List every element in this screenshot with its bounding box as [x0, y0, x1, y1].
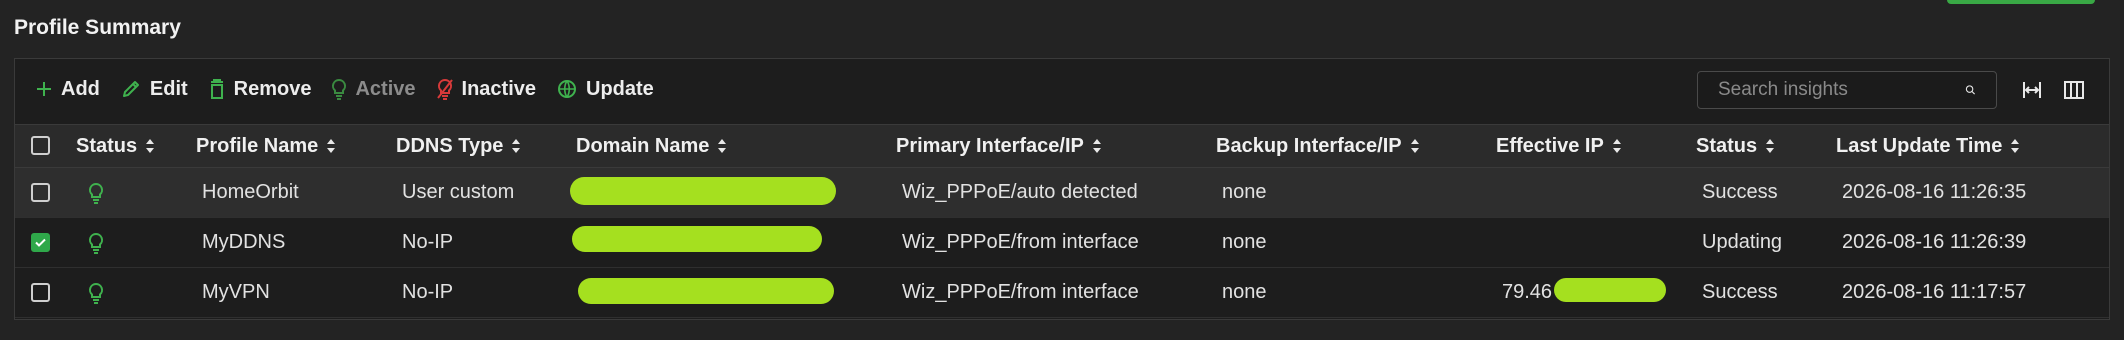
column-header-last-update-time[interactable]: Last Update Time — [1836, 125, 2020, 167]
search-icon[interactable] — [1965, 78, 1976, 102]
column-header-ddns-type[interactable]: DDNS Type — [396, 125, 521, 167]
redaction-mark — [1554, 278, 1666, 302]
backup-interface-cell: none — [1222, 281, 1267, 303]
effective-ip-cell: 79.46 — [1502, 281, 1553, 303]
bulb-icon — [88, 282, 104, 304]
columns-icon[interactable] — [2063, 79, 2085, 101]
table-row[interactable]: MyVPN No-IP Wiz_PPPoE/from interface non… — [15, 268, 2109, 318]
remove-label: Remove — [233, 77, 312, 100]
trash-icon — [210, 79, 223, 99]
profile-name-cell: HomeOrbit — [202, 181, 299, 203]
remove-button[interactable]: Remove — [208, 72, 312, 106]
primary-interface-cell: Wiz_PPPoE/from interface — [902, 281, 1139, 303]
plus-icon — [37, 82, 51, 96]
sort-icon — [1410, 139, 1419, 153]
row-checkbox[interactable] — [31, 283, 50, 302]
row-checkbox[interactable] — [31, 233, 50, 252]
last-update-time-cell: 2026-08-16 11:17:57 — [1842, 281, 2027, 303]
checkmark-icon — [35, 238, 46, 247]
redaction-mark — [570, 177, 836, 205]
profile-name-cell: MyVPN — [202, 281, 270, 303]
edit-button[interactable]: Edit — [120, 72, 188, 106]
active-button[interactable]: Active — [331, 72, 416, 106]
redaction-mark — [572, 226, 822, 252]
inactive-label: Inactive — [461, 77, 536, 100]
update-status-cell: Success — [1702, 181, 1778, 203]
add-label: Add — [61, 77, 100, 100]
primary-action-button[interactable] — [1947, 0, 2095, 4]
sort-icon — [327, 139, 336, 153]
ddns-type-cell: No-IP — [402, 231, 454, 253]
fit-width-icon[interactable] — [2021, 79, 2043, 101]
table-header: Status Profile Name DDNS Type Domain Nam… — [15, 124, 2109, 168]
active-label: Active — [355, 77, 416, 100]
profile-summary-panel: Add Edit Remove Active Inactive Update S… — [14, 58, 2110, 320]
ddns-type-cell: User custom — [402, 181, 515, 203]
column-header-backup-interface[interactable]: Backup Interface/IP — [1216, 125, 1420, 167]
last-update-time-cell: 2026-08-16 11:26:39 — [1842, 231, 2027, 253]
ddns-type-cell: No-IP — [402, 281, 454, 303]
row-checkbox[interactable] — [31, 183, 50, 202]
redaction-mark — [578, 278, 834, 304]
sort-icon — [146, 139, 155, 153]
column-header-domain-name[interactable]: Domain Name — [576, 125, 727, 167]
search-box — [1697, 71, 1997, 109]
pencil-icon — [122, 81, 139, 97]
backup-interface-cell: none — [1222, 231, 1267, 253]
update-label: Update — [586, 77, 654, 100]
table-row[interactable]: MyDDNS No-IP valen Wiz_PPPoE/from interf… — [15, 218, 2109, 268]
column-header-profile-name[interactable]: Profile Name — [196, 125, 336, 167]
update-status-cell: Success — [1702, 281, 1778, 303]
column-header-status[interactable]: Status — [76, 125, 155, 167]
profile-name-cell: MyDDNS — [202, 231, 286, 253]
bulb-off-icon — [436, 78, 453, 100]
edit-label: Edit — [149, 77, 188, 100]
sort-icon — [512, 139, 521, 153]
add-button[interactable]: Add — [35, 72, 100, 106]
bulb-icon — [88, 182, 104, 204]
search-input[interactable] — [1698, 78, 1965, 102]
sort-icon — [1612, 139, 1621, 153]
primary-interface-cell: Wiz_PPPoE/from interface — [902, 231, 1139, 253]
backup-interface-cell: none — [1222, 181, 1267, 203]
select-all-checkbox[interactable] — [31, 136, 50, 155]
sort-icon — [1092, 139, 1101, 153]
primary-interface-cell: Wiz_PPPoE/auto detected — [902, 181, 1138, 203]
inactive-button[interactable]: Inactive — [436, 72, 536, 106]
column-header-update-status[interactable]: Status — [1696, 125, 1775, 167]
toolbar: Add Edit Remove Active Inactive Update — [15, 59, 2109, 119]
globe-refresh-icon — [558, 80, 576, 98]
column-header-effective-ip[interactable]: Effective IP — [1496, 125, 1622, 167]
column-header-primary-interface[interactable]: Primary Interface/IP — [896, 125, 1102, 167]
sort-icon — [2011, 139, 2020, 153]
sort-icon — [1766, 139, 1775, 153]
update-button[interactable]: Update — [556, 72, 654, 106]
last-update-time-cell: 2026-08-16 11:26:35 — [1842, 181, 2027, 203]
page-title: Profile Summary — [14, 16, 181, 39]
sort-icon — [718, 139, 727, 153]
bulb-icon — [88, 232, 104, 254]
bulb-icon — [332, 78, 347, 100]
table-row[interactable]: HomeOrbit User custom orbit.mytunnel.org… — [15, 168, 2109, 218]
update-status-cell: Updating — [1702, 231, 1783, 253]
